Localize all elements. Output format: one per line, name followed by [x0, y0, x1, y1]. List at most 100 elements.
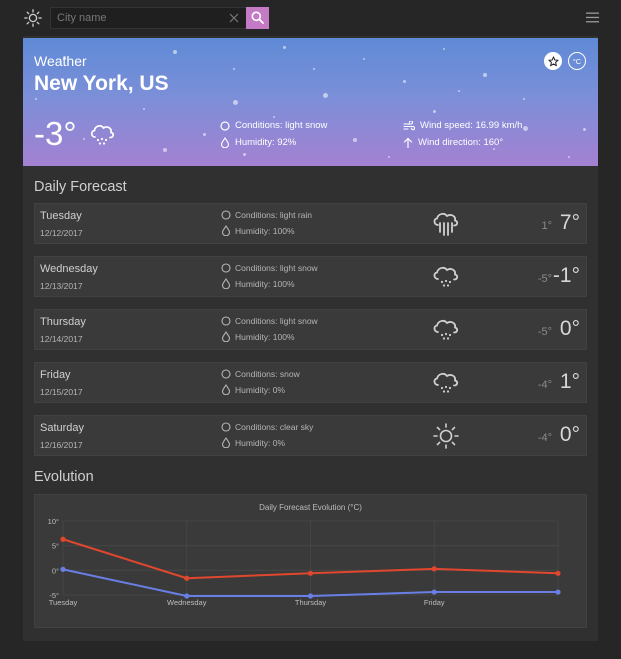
snow-cloud-icon — [90, 125, 114, 145]
forecast-row[interactable]: Saturday 12/16/2017 Conditions: clear sky H… — [34, 415, 587, 456]
weather-label: Weather — [34, 53, 87, 69]
clear-icon[interactable] — [228, 12, 240, 24]
data-point[interactable] — [60, 536, 66, 542]
city-name: New York, US — [34, 72, 169, 95]
data-point[interactable] — [60, 566, 66, 572]
rain-icon — [431, 210, 461, 238]
min-temperature: -4° — [537, 432, 552, 444]
max-temperature: 0° — [559, 423, 580, 446]
evolution-chart: Daily Forecast Evolution (°C) 10° 5° 0° -5° T… — [34, 494, 587, 628]
circle-icon — [221, 316, 231, 326]
main-content: Weather New York, US -3° Conditions: lig… — [23, 36, 598, 641]
favorite-button[interactable] — [544, 52, 562, 70]
unit-toggle-button[interactable]: °C — [568, 52, 586, 70]
current-wind-direction: Wind direction: 160° — [403, 137, 503, 148]
current-wind-speed-text: Wind speed: 16.99 km/h — [420, 120, 523, 131]
data-point[interactable] — [431, 589, 437, 595]
droplet-icon — [220, 137, 230, 148]
snow-cloud-icon — [431, 316, 461, 344]
min-temperature: 1° — [541, 220, 552, 232]
day-humidity-text: Humidity: 100% — [235, 225, 295, 236]
max-temperature: -1° — [552, 264, 580, 287]
day-conditions-text: Conditions: light rain — [235, 210, 313, 220]
min-temperature: -5° — [537, 326, 552, 338]
current-weather-card: Weather New York, US -3° Conditions: lig… — [23, 38, 598, 166]
data-point[interactable] — [184, 593, 190, 599]
chart-title: Daily Forecast Evolution (°C) — [259, 503, 362, 512]
top-bar — [0, 0, 621, 36]
x-tick-label: Thursday — [295, 598, 327, 607]
x-tick-label: Friday — [424, 598, 445, 607]
day-conditions: Conditions: clear sky — [221, 422, 313, 432]
data-point[interactable] — [307, 570, 314, 576]
data-point[interactable] — [431, 566, 437, 572]
search-button[interactable] — [246, 7, 269, 29]
day-name: Wednesday — [40, 263, 98, 275]
day-conditions-text: Conditions: snow — [235, 369, 300, 379]
day-conditions: Conditions: snow — [221, 369, 300, 379]
circle-icon — [221, 369, 231, 379]
search-box — [50, 7, 246, 29]
droplet-icon — [221, 384, 231, 395]
hamburger-menu-icon[interactable] — [586, 12, 599, 23]
day-name: Tuesday — [40, 210, 82, 222]
day-date: 12/15/2017 — [40, 387, 83, 397]
search-icon — [251, 11, 264, 24]
sun-logo-icon[interactable] — [24, 9, 42, 27]
day-humidity: Humidity: 100% — [221, 225, 295, 236]
sun-icon — [431, 422, 461, 450]
wind-icon — [403, 120, 415, 130]
day-humidity-text: Humidity: 0% — [235, 437, 286, 448]
day-date: 12/16/2017 — [40, 440, 83, 450]
min-temperature: -5° — [537, 273, 552, 285]
circle-icon — [221, 210, 231, 220]
day-date: 12/13/2017 — [40, 281, 83, 291]
min-temperature: -4° — [537, 379, 552, 391]
circle-icon — [221, 422, 231, 432]
current-wind-speed: Wind speed: 16.99 km/h — [403, 120, 522, 131]
data-point[interactable] — [555, 589, 561, 595]
current-humidity-text: Humidity: 92% — [235, 137, 297, 148]
day-humidity-text: Humidity: 0% — [235, 384, 286, 395]
data-point[interactable] — [555, 570, 561, 576]
day-conditions-text: Conditions: clear sky — [235, 422, 314, 432]
day-date: 12/14/2017 — [40, 334, 83, 344]
y-tick-label: 5° — [52, 542, 59, 551]
evolution-title: Evolution — [34, 469, 94, 485]
droplet-icon — [221, 278, 231, 289]
snow-cloud-icon — [431, 369, 461, 397]
current-humidity: Humidity: 92% — [220, 137, 296, 148]
day-name: Friday — [40, 369, 71, 381]
forecast-row[interactable]: Thursday 12/14/2017 Conditions: light snow… — [34, 309, 587, 350]
max-temperature: 1° — [559, 370, 580, 393]
day-conditions-text: Conditions: light snow — [235, 316, 318, 326]
day-humidity: Humidity: 100% — [221, 278, 295, 289]
forecast-row[interactable]: Friday 12/15/2017 Conditions: snow Humidity… — [34, 362, 587, 403]
forecast-row[interactable]: Tuesday 12/12/2017 Conditions: light rain H… — [34, 203, 587, 244]
day-name: Thursday — [40, 316, 86, 328]
day-conditions: Conditions: light snow — [221, 316, 318, 326]
data-point[interactable] — [184, 575, 190, 581]
droplet-icon — [221, 437, 231, 448]
data-point[interactable] — [307, 593, 314, 599]
day-humidity-text: Humidity: 100% — [235, 278, 295, 289]
current-wind-direction-text: Wind direction: 160° — [418, 137, 504, 148]
current-conditions-text: Conditions: light snow — [235, 120, 328, 131]
circle-icon — [221, 263, 231, 273]
x-tick-label: Tuesday — [49, 598, 78, 607]
day-humidity: Humidity: 0% — [221, 437, 285, 448]
current-temperature: -3° — [34, 115, 77, 152]
y-tick-label: 10° — [48, 517, 59, 526]
day-conditions: Conditions: light rain — [221, 210, 312, 220]
daily-forecast-title: Daily Forecast — [34, 179, 127, 195]
circle-icon — [220, 120, 230, 131]
day-humidity: Humidity: 100% — [221, 331, 295, 342]
day-date: 12/12/2017 — [40, 228, 83, 238]
forecast-row[interactable]: Wednesday 12/13/2017 Conditions: light sno… — [34, 256, 587, 297]
droplet-icon — [221, 331, 231, 342]
droplet-icon — [221, 225, 231, 236]
day-humidity-text: Humidity: 100% — [235, 331, 295, 342]
city-search-input[interactable] — [51, 8, 221, 28]
day-name: Saturday — [40, 422, 85, 434]
star-icon — [547, 55, 559, 66]
